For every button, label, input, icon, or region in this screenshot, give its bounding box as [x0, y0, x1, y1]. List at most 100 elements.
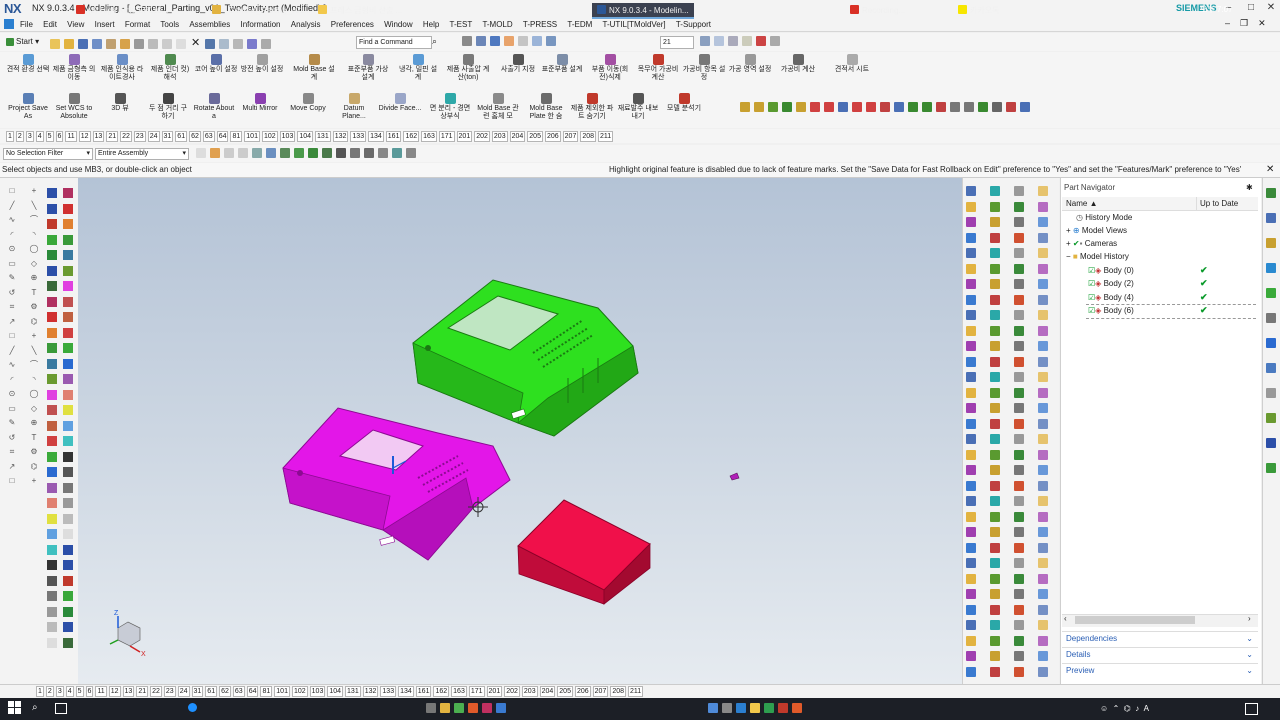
modeling-tool-icon[interactable]: [1014, 186, 1024, 196]
layer-button[interactable]: 163: [421, 131, 437, 142]
tool-i-icon[interactable]: [852, 102, 862, 112]
tree-node-body-6[interactable]: ☑◈ Body (6): [1088, 305, 1134, 317]
layer-copy-icon[interactable]: [728, 36, 738, 46]
layer-button[interactable]: 3: [25, 131, 34, 142]
color-swatch[interactable]: [47, 560, 57, 570]
paste-icon[interactable]: [134, 38, 144, 49]
ribbon-btn-std-parts-design[interactable]: 표준부품 설계: [540, 54, 584, 74]
tool-t-icon[interactable]: [1006, 102, 1016, 112]
status-close-icon[interactable]: ✕: [1266, 164, 1274, 175]
layer-button[interactable]: 22: [120, 131, 132, 142]
layer-button[interactable]: 134: [368, 131, 384, 142]
modeling-tool-icon[interactable]: [1038, 620, 1048, 630]
modeling-tool-icon[interactable]: [966, 496, 976, 506]
color-swatch[interactable]: [47, 358, 57, 369]
layer-button[interactable]: 101: [274, 686, 290, 697]
ribbon-btn-part-move[interactable]: 부품 이동(회전)식제: [588, 54, 632, 82]
duplicate-icon[interactable]: [162, 38, 172, 49]
modeling-tool-icon[interactable]: [990, 418, 1000, 429]
pin-icon[interactable]: ✱: [1246, 183, 1253, 192]
ribbon-btn-set-wcs[interactable]: Set WCS to Absolute: [52, 93, 96, 121]
layer-button[interactable]: 5: [75, 686, 84, 697]
color-swatch[interactable]: [63, 312, 73, 322]
sketch-tool-icon[interactable]: ↗: [7, 462, 17, 471]
app-orange-icon[interactable]: [468, 703, 478, 713]
modeling-tool-icon[interactable]: [1014, 496, 1024, 506]
sketch-tool-icon[interactable]: ◇: [29, 259, 39, 268]
color-swatch[interactable]: [47, 591, 57, 601]
layer-button[interactable]: 64: [246, 686, 259, 697]
modeling-tool-icon[interactable]: [1014, 449, 1024, 460]
modeling-tool-icon[interactable]: [990, 372, 1000, 382]
modeling-tool-icon[interactable]: [1038, 449, 1048, 460]
modeling-tool-icon[interactable]: [966, 248, 976, 258]
tool-q-icon[interactable]: [964, 102, 974, 112]
color-swatch[interactable]: [47, 343, 57, 353]
tool-k-icon[interactable]: [880, 102, 890, 112]
layer-button[interactable]: 201: [486, 686, 503, 697]
sketch-tool-icon[interactable]: +: [29, 331, 39, 340]
taskbar-item-kakaotalk[interactable]: 카카오톡: [958, 3, 999, 19]
color-swatch[interactable]: [47, 219, 57, 229]
point-on-curve-icon[interactable]: [378, 148, 388, 158]
color-swatch[interactable]: [47, 296, 57, 307]
layout-icon[interactable]: [518, 36, 528, 46]
modeling-tool-icon[interactable]: [990, 558, 1000, 568]
sketch-tool-icon[interactable]: ◝: [29, 375, 39, 384]
edge-select-icon[interactable]: [294, 148, 304, 158]
network-icon[interactable]: ⌬: [1124, 704, 1131, 713]
tree-node-model-views[interactable]: + ⊕ Model Views: [1066, 225, 1127, 237]
info-icon[interactable]: [261, 38, 272, 49]
ribbon-btn-multi-mirror[interactable]: Multi Mirror: [238, 93, 282, 113]
layer-button[interactable]: 131: [345, 686, 361, 697]
ribbon-btn-mold-side[interactable]: 제품 금형측 의 이동: [52, 54, 96, 82]
modeling-tool-icon[interactable]: [966, 387, 976, 398]
modeling-tool-icon[interactable]: [1014, 527, 1024, 537]
ribbon-btn-cost-item[interactable]: 가공비 항목 설정: [682, 54, 726, 82]
command-finder-icon[interactable]: [247, 38, 258, 49]
color-swatch[interactable]: [63, 482, 73, 493]
color-swatch[interactable]: [63, 606, 73, 617]
sketch-tool-icon[interactable]: ◇: [29, 404, 39, 413]
sketch-tool-icon[interactable]: ╲: [29, 201, 39, 210]
scroll-right-icon[interactable]: ›: [1248, 614, 1251, 623]
modeling-tool-icon[interactable]: [1014, 201, 1024, 212]
modeling-tool-icon[interactable]: [990, 248, 1000, 258]
layer-button[interactable]: 81: [230, 131, 243, 142]
layer-button[interactable]: 1: [6, 131, 14, 142]
orient-icon[interactable]: [504, 36, 514, 46]
modeling-tool-icon[interactable]: [990, 341, 1000, 351]
app-pink-icon[interactable]: [482, 703, 492, 713]
navigator-tab-icon[interactable]: [1266, 188, 1276, 198]
selection-scope-select[interactable]: Entire Assembly ▾: [95, 148, 189, 160]
layer-button[interactable]: 11: [95, 686, 107, 697]
layer-button[interactable]: 171: [438, 131, 455, 142]
color-swatch[interactable]: [63, 296, 73, 307]
modeling-tool-icon[interactable]: [1014, 248, 1024, 258]
control-point-icon[interactable]: [336, 148, 346, 158]
modeling-tool-icon[interactable]: [1038, 201, 1048, 212]
sketch-tool-icon[interactable]: ⚙: [29, 447, 39, 456]
layer-button[interactable]: 12: [108, 686, 121, 697]
tree-node-body-4[interactable]: ☑◈ Body (4): [1088, 292, 1134, 304]
quadrant-icon[interactable]: [364, 148, 374, 158]
app-word-icon[interactable]: [736, 703, 746, 713]
modeling-tool-icon[interactable]: [1038, 263, 1048, 274]
layer-button[interactable]: 11: [65, 131, 77, 142]
color-swatch[interactable]: [47, 637, 57, 648]
navigator-tab-icon[interactable]: [1266, 413, 1276, 423]
layer-button[interactable]: 201: [456, 131, 473, 142]
navigator-tab-icon[interactable]: [1266, 288, 1276, 298]
navigator-tab-icon[interactable]: [1266, 313, 1276, 323]
modeling-tool-icon[interactable]: [990, 403, 1000, 413]
modeling-tool-icon[interactable]: [1038, 465, 1048, 475]
menu-insert[interactable]: Insert: [91, 18, 119, 31]
layer-button[interactable]: 207: [592, 686, 609, 697]
tool-n-icon[interactable]: [922, 102, 932, 112]
modeling-tool-icon[interactable]: [1038, 310, 1048, 320]
modeling-tool-icon[interactable]: [966, 527, 976, 537]
color-swatch[interactable]: [47, 513, 57, 524]
modeling-tool-icon[interactable]: [1038, 558, 1048, 568]
modeling-tool-icon[interactable]: [1014, 511, 1024, 522]
tree-node-history-mode[interactable]: ◷ History Mode: [1076, 212, 1132, 224]
